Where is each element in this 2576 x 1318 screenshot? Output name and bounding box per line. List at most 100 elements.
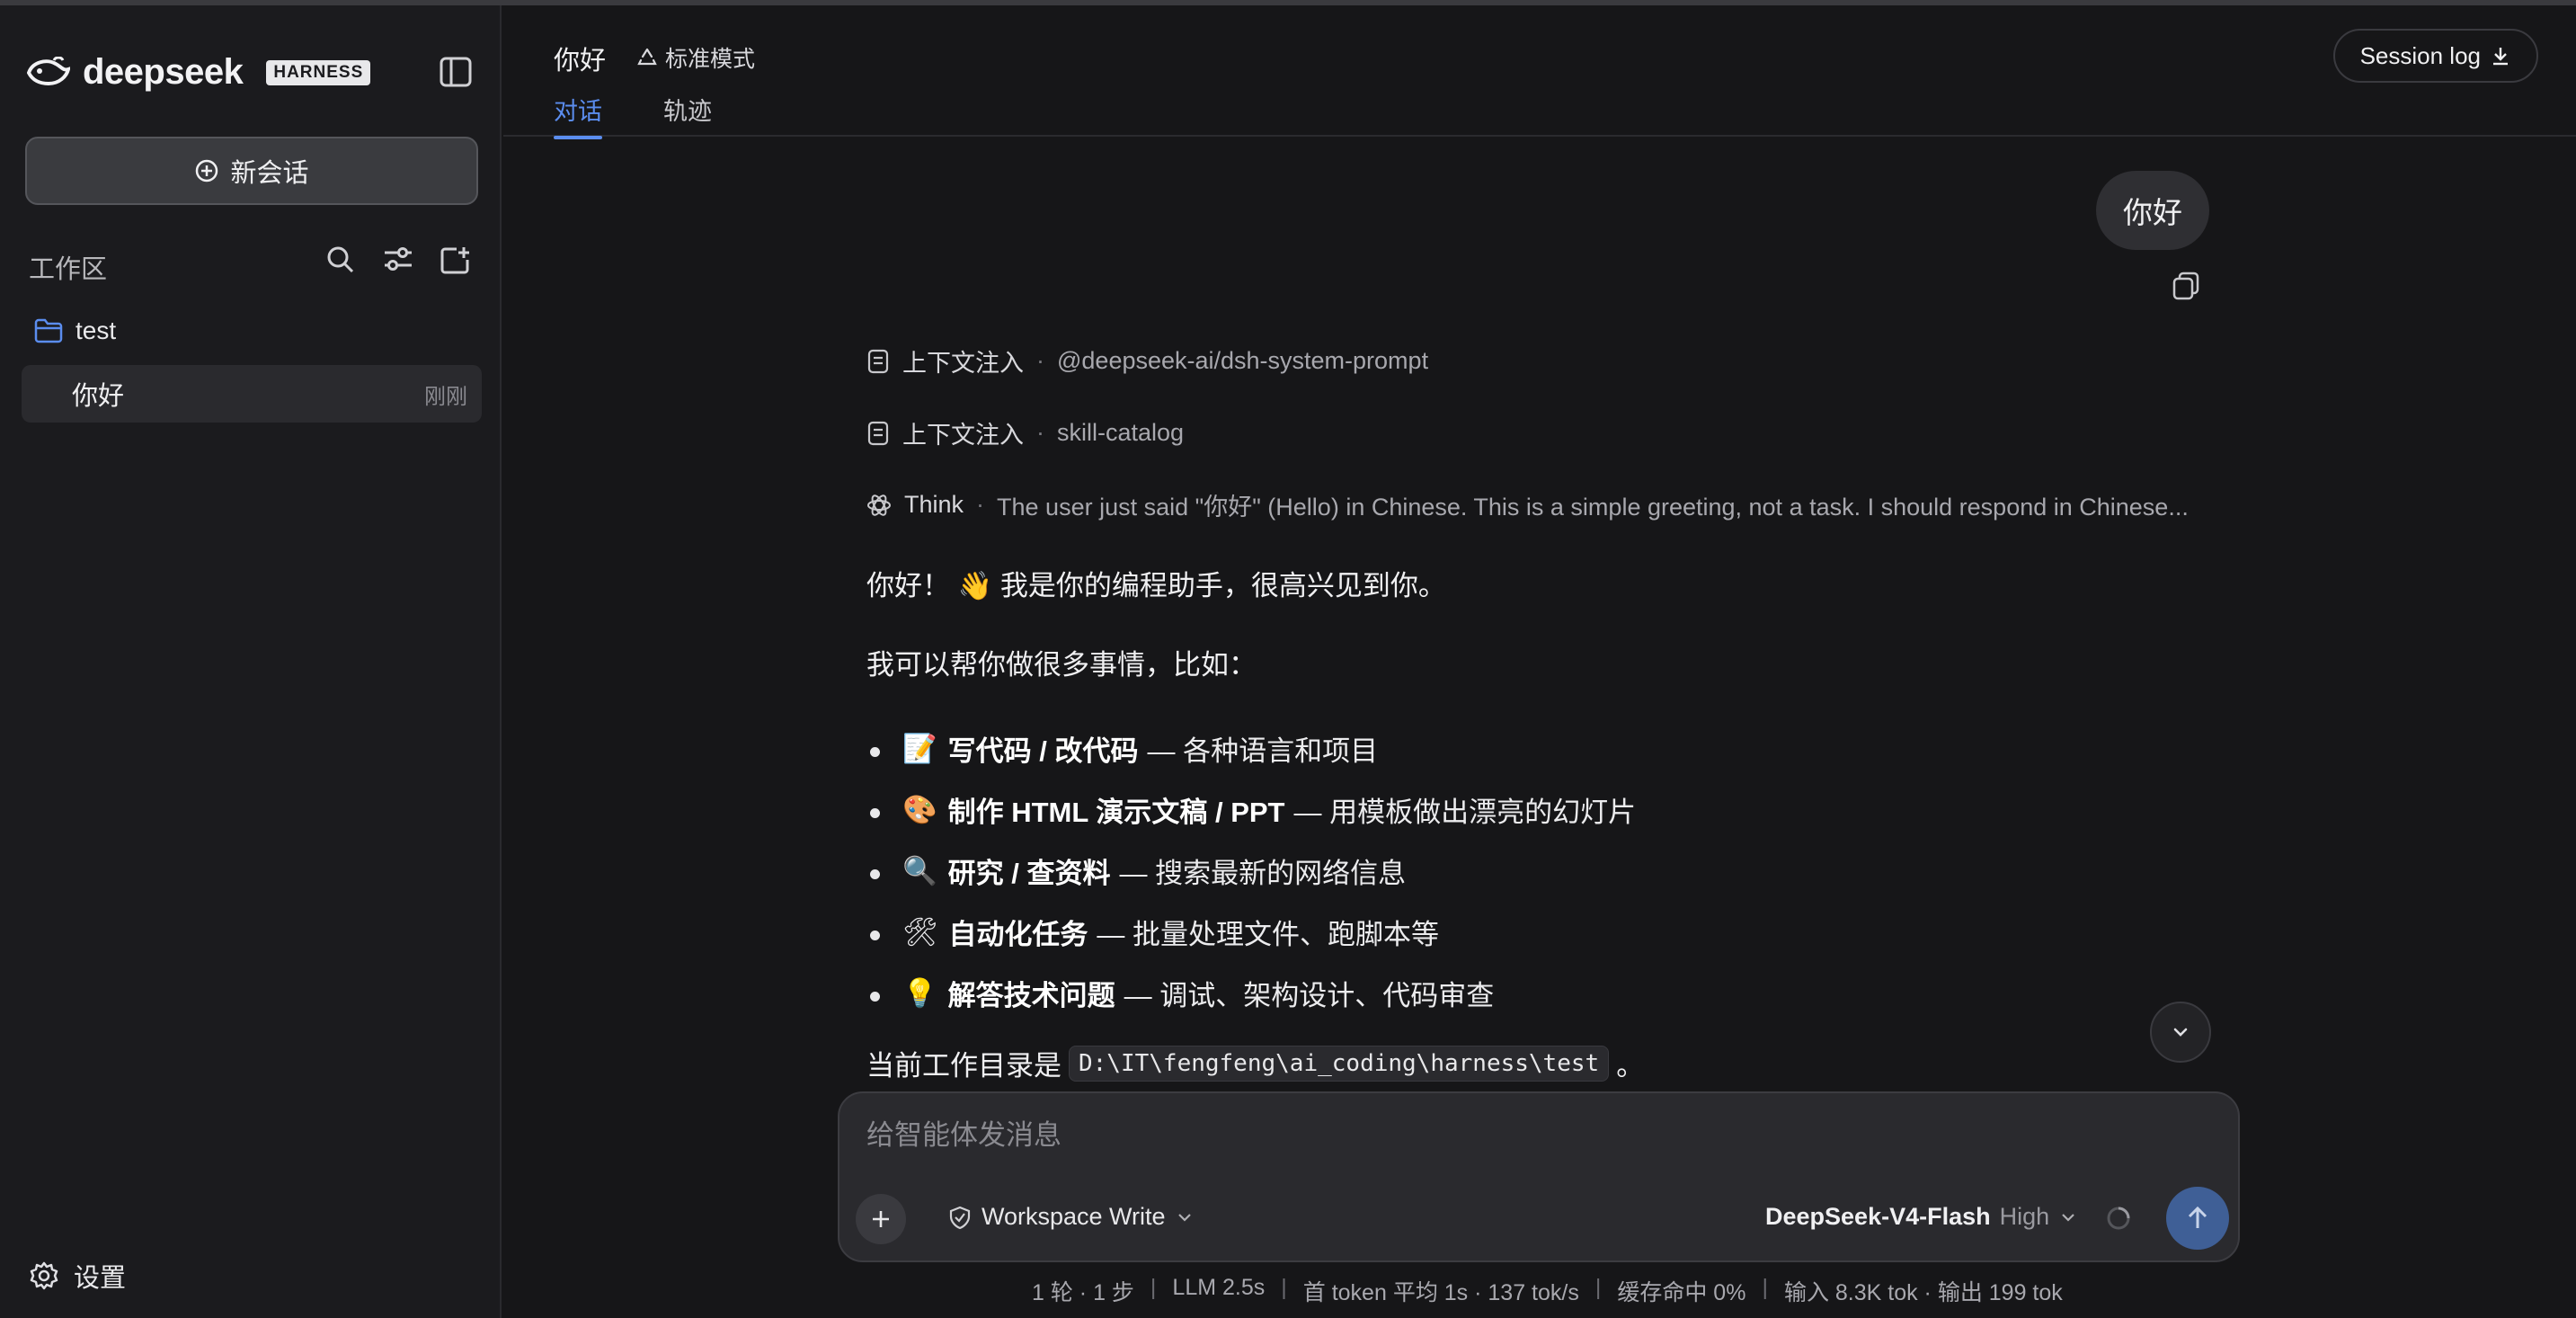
list-item-desc: — 批量处理文件、跑脚本等 xyxy=(1097,918,1439,950)
session-log-button[interactable]: Session log xyxy=(2332,29,2538,83)
logo-badge: HARNESS xyxy=(266,59,371,85)
list-item: 🔍 研究 / 查资料 — 搜索最新的网络信息 xyxy=(866,840,1636,901)
folder-name: test xyxy=(76,316,117,344)
list-item: 🎨 制作 HTML 演示文稿 / PPT — 用模板做出漂亮的幻灯片 xyxy=(866,779,1636,840)
add-attachment-button[interactable] xyxy=(856,1194,906,1244)
plus-icon xyxy=(873,1211,889,1227)
list-item: 💡 解答技术问题 — 调试、架构设计、代码审查 xyxy=(866,962,1636,1023)
send-button[interactable] xyxy=(2166,1187,2229,1250)
plus-circle-icon xyxy=(196,159,218,183)
sidebar: deepseek HARNESS 新会话 工作区 test 你好 刚刚 设置 xyxy=(0,5,502,1318)
loading-spinner-icon xyxy=(2105,1205,2132,1232)
list-item: 📝 写代码 / 改代码 — 各种语言和项目 xyxy=(866,717,1636,779)
settings-button[interactable]: 设置 xyxy=(29,1257,126,1295)
usage-stats-bar: 1 轮 · 1 步 | LLM 2.5s | 首 token 平均 1s · 1… xyxy=(1032,1275,2063,1305)
copy-icon[interactable] xyxy=(2168,268,2204,304)
sidebar-toggle-icon[interactable] xyxy=(439,56,473,88)
list-item-desc: — 调试、架构设计、代码审查 xyxy=(1124,979,1495,1011)
shield-check-icon xyxy=(949,1206,971,1229)
lightbulb-icon: 💡 xyxy=(902,976,937,1010)
whale-logo-icon xyxy=(27,56,70,85)
atom-think-icon xyxy=(867,494,891,516)
cwd-suffix: 。 xyxy=(1616,1050,1645,1082)
permission-selector[interactable]: Workspace Write xyxy=(947,1203,1195,1231)
trace-context-injection-2[interactable]: 上下文注入 · skill-catalog xyxy=(866,415,1184,450)
app-logo: deepseek HARNESS xyxy=(27,52,371,93)
user-message-bubble: 你好 xyxy=(2096,171,2209,250)
cwd-path: D:\IT\fengfeng\ai_coding\harness\test xyxy=(1069,1045,1610,1082)
tab-chat[interactable]: 对话 xyxy=(554,92,602,139)
workspace-folder-test[interactable]: test xyxy=(34,316,116,345)
session-title: 你好 xyxy=(72,382,125,411)
document-icon xyxy=(867,349,889,373)
trace-detail: @deepseek-ai/dsh-system-prompt xyxy=(1057,347,1429,374)
page-title: 你好 xyxy=(554,47,607,76)
list-item-title: 制作 HTML 演示文稿 / PPT xyxy=(947,796,1285,828)
trace-label: Think xyxy=(904,491,964,518)
memo-icon: 📝 xyxy=(902,732,937,765)
assistant-greeting: 你好！ 👋 我是你的编程助手，很高兴见到你。 xyxy=(866,570,1446,601)
chevron-down-icon xyxy=(1177,1213,1191,1222)
message-composer: Workspace Write DeepSeek-V4-Flash High xyxy=(838,1091,2240,1262)
model-name: DeepSeek-V4-Flash xyxy=(1765,1203,1991,1230)
list-item-desc: — 各种语言和项目 xyxy=(1147,735,1379,767)
logo-text: deepseek xyxy=(83,52,244,92)
document-icon xyxy=(867,421,889,445)
model-level: High xyxy=(1999,1203,2050,1230)
assistant-intro: 我可以帮你做很多事情，比如： xyxy=(866,649,1257,681)
trace-separator: · xyxy=(976,491,985,518)
tools-icon: 🛠 xyxy=(902,915,938,948)
session-log-label: Session log xyxy=(2359,41,2481,69)
list-item-title: 解答技术问题 xyxy=(947,979,1115,1011)
new-chat-button[interactable]: 新会话 xyxy=(25,137,478,205)
list-item-desc: — 搜索最新的网络信息 xyxy=(1119,857,1407,889)
search-icon[interactable] xyxy=(324,243,358,277)
list-item-title: 自动化任务 xyxy=(948,918,1088,950)
mode-indicator[interactable]: 标准模式 xyxy=(636,41,755,74)
stat-turns: 1 轮 · 1 步 xyxy=(1032,1280,1134,1305)
session-item[interactable]: 你好 刚刚 xyxy=(22,365,482,423)
stat-cache-hit: 缓存命中 0% xyxy=(1617,1280,1746,1305)
new-folder-icon[interactable] xyxy=(439,243,473,277)
workspace-tools xyxy=(324,243,473,277)
palette-icon: 🎨 xyxy=(902,793,937,826)
trace-separator: · xyxy=(1036,347,1044,374)
mode-label: 标准模式 xyxy=(665,47,756,72)
trace-detail: The user just said "你好" (Hello) in Chine… xyxy=(997,494,2189,521)
model-selector[interactable]: DeepSeek-V4-Flash High xyxy=(1765,1203,2078,1231)
tab-trace[interactable]: 轨迹 xyxy=(663,92,712,127)
cwd-prefix: 当前工作目录是 xyxy=(866,1050,1061,1082)
chevron-down-icon xyxy=(2173,1028,2188,1037)
folder-icon xyxy=(34,318,63,343)
trace-think[interactable]: Think · The user just said "你好" (Hello) … xyxy=(866,487,2189,522)
download-icon xyxy=(2493,48,2508,66)
trace-separator: · xyxy=(1036,419,1044,446)
new-chat-label: 新会话 xyxy=(230,159,309,188)
scroll-to-bottom-button[interactable] xyxy=(2150,1002,2211,1063)
list-item: 🛠 自动化任务 — 批量处理文件、跑脚本等 xyxy=(866,901,1636,962)
settings-label: 设置 xyxy=(74,1264,127,1293)
trace-label: 上下文注入 xyxy=(902,350,1024,377)
recycle-mode-icon xyxy=(637,48,657,66)
session-time: 刚刚 xyxy=(424,384,467,409)
list-item-desc: — 用模板做出漂亮的幻灯片 xyxy=(1293,796,1637,828)
gear-icon xyxy=(30,1261,58,1290)
filter-sliders-icon[interactable] xyxy=(381,243,415,277)
permission-label: Workspace Write xyxy=(982,1203,1166,1230)
chevron-down-icon xyxy=(2062,1213,2074,1222)
magnifier-icon: 🔍 xyxy=(902,854,937,887)
trace-detail: skill-catalog xyxy=(1057,419,1185,446)
stat-first-token: 首 token 平均 1s · 137 tok/s xyxy=(1302,1280,1579,1305)
trace-label: 上下文注入 xyxy=(902,422,1024,449)
message-input[interactable] xyxy=(866,1113,2197,1158)
trace-context-injection-1[interactable]: 上下文注入 · @deepseek-ai/dsh-system-prompt xyxy=(866,343,1428,378)
list-item-title: 写代码 / 改代码 xyxy=(947,735,1139,767)
list-item-title: 研究 / 查资料 xyxy=(947,857,1111,889)
capability-list: 📝 写代码 / 改代码 — 各种语言和项目 🎨 制作 HTML 演示文稿 / PPT —… xyxy=(866,717,1636,1023)
main-header: 你好 标准模式 对话 轨迹 Session log xyxy=(503,5,2576,139)
workspace-label: 工作区 xyxy=(29,255,108,284)
stat-tokens: 输入 8.3K tok · 输出 199 tok xyxy=(1783,1280,2063,1305)
working-directory-line: 当前工作目录是 D:\IT\fengfeng\ai_coding\harness… xyxy=(866,1043,1644,1083)
stat-llm-time: LLM 2.5s xyxy=(1172,1275,1266,1300)
arrow-up-icon xyxy=(2188,1206,2207,1228)
